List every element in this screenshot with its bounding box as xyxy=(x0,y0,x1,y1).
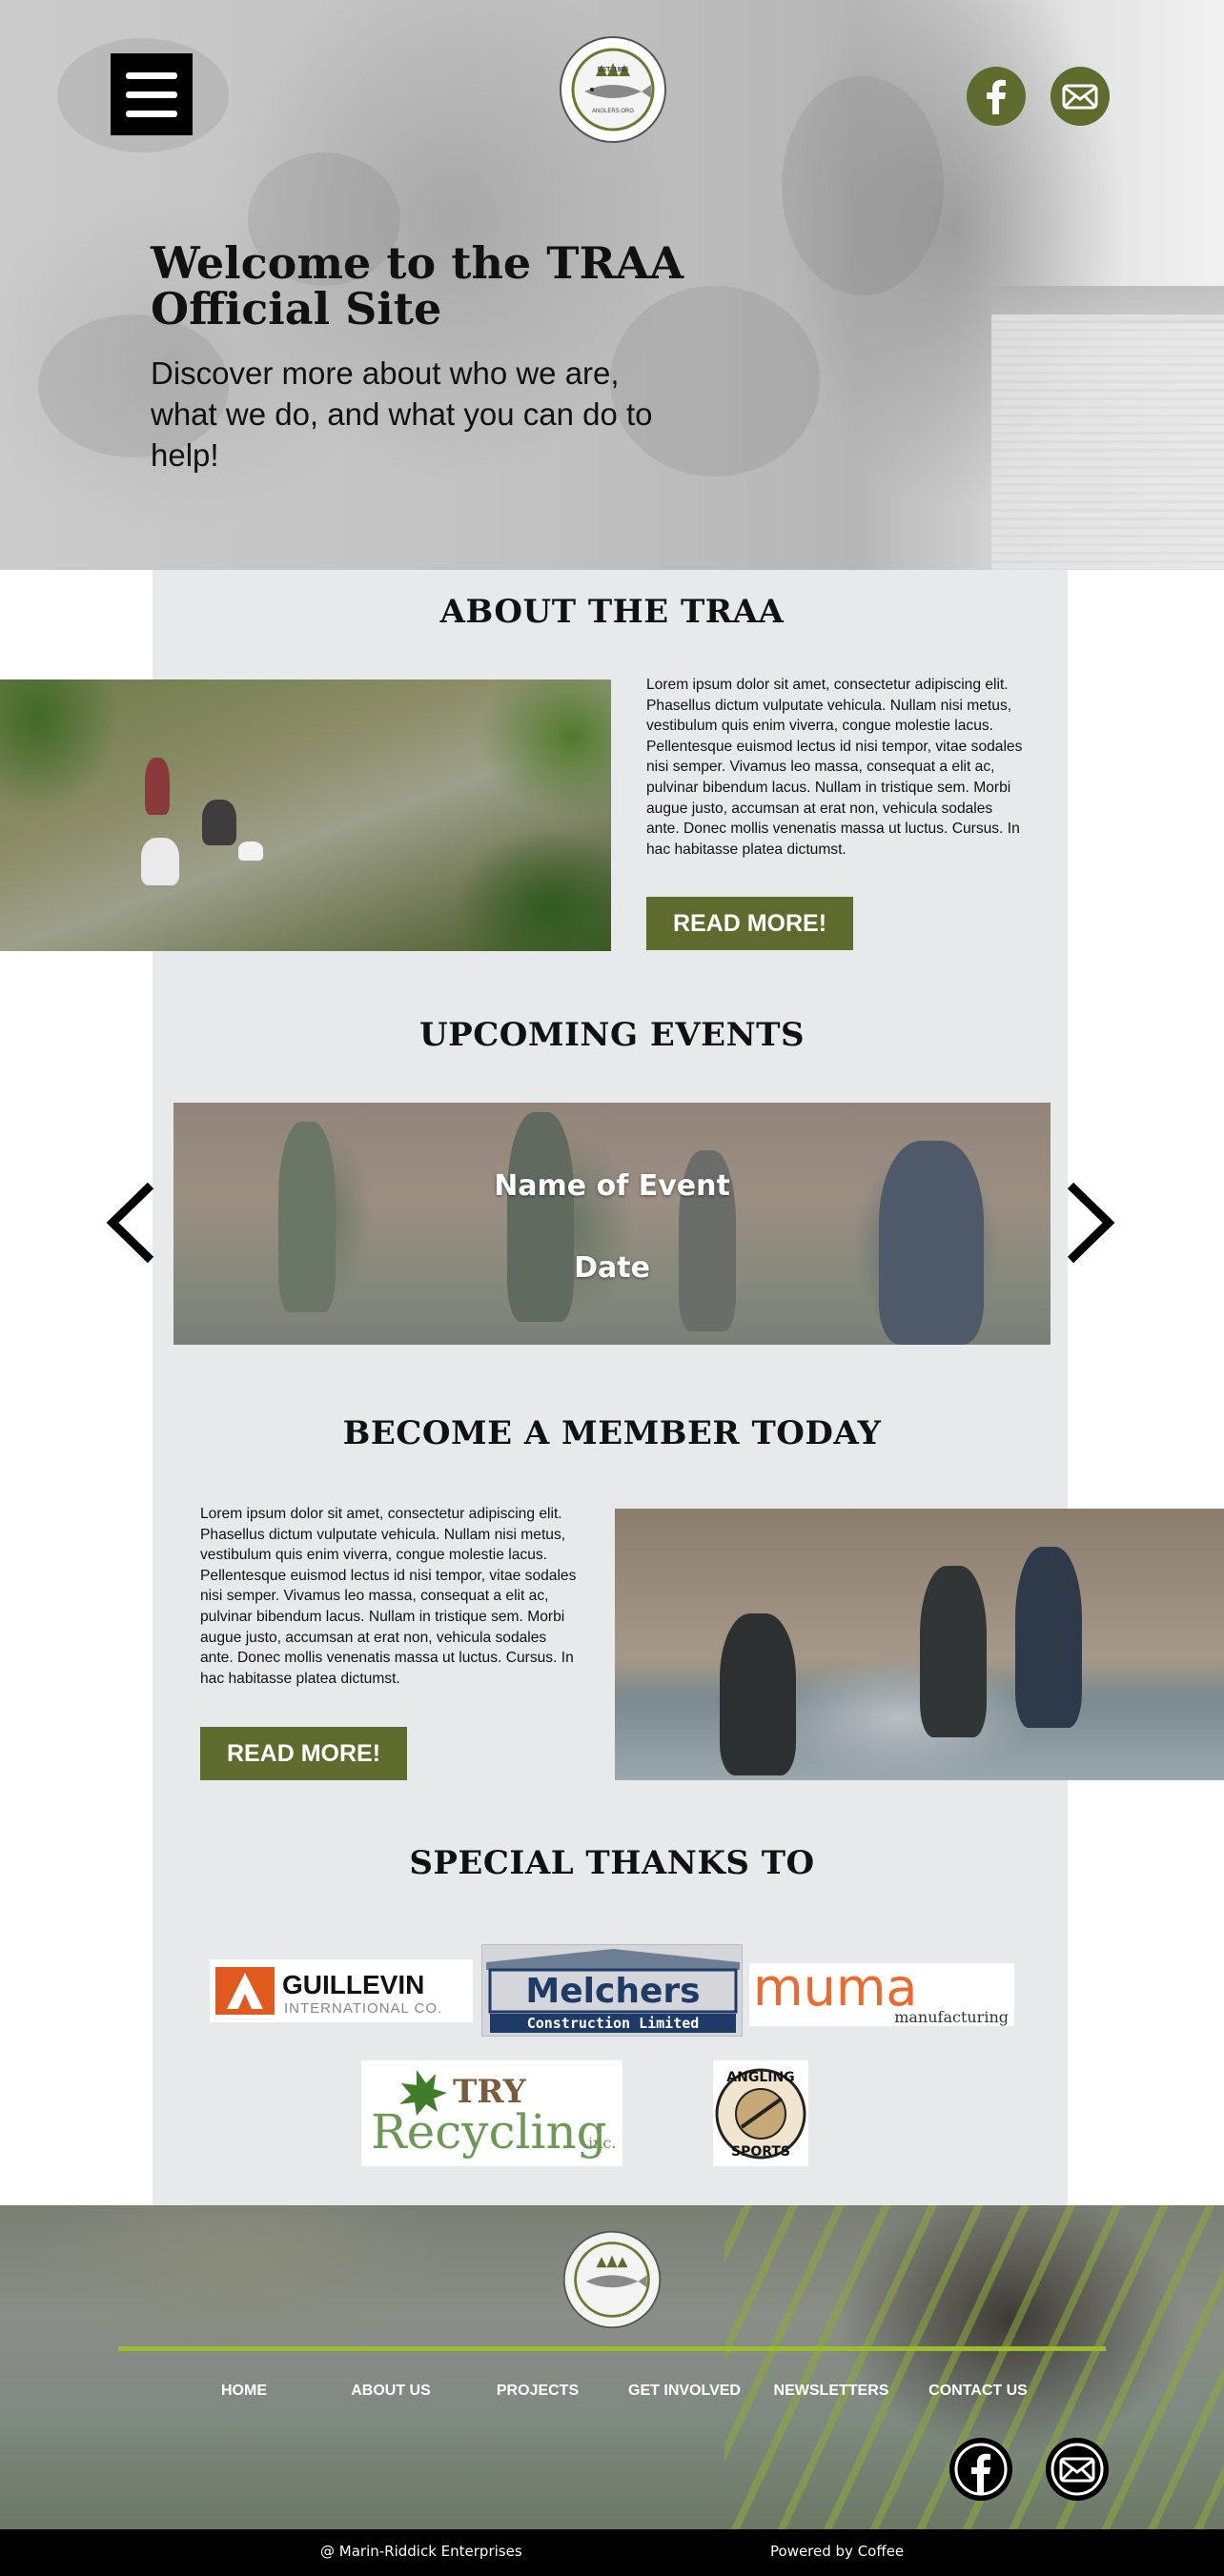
facebook-icon[interactable] xyxy=(949,2438,1012,2501)
credit-left: @ Marin-Riddick Enterprises xyxy=(320,2543,522,2560)
about-body: Lorem ipsum dolor sit amet, consectetur … xyxy=(646,677,1023,858)
logo-emblem-icon xyxy=(562,2230,662,2329)
sponsor-try-recycling[interactable]: TRY Recycling inc. xyxy=(361,2060,622,2166)
event-slide[interactable]: Name of Event Date xyxy=(173,1103,1051,1345)
credit-right: Powered by Coffee xyxy=(770,2543,905,2560)
envelope-icon[interactable] xyxy=(1046,2438,1109,2501)
chevron-right-icon[interactable] xyxy=(1061,1180,1118,1266)
sponsor-subtext: Recycling xyxy=(371,2104,607,2160)
bottom-bar: @ Marin-Riddick Enterprises Powered by C… xyxy=(0,2529,1224,2576)
member-read-more-button[interactable]: READ MORE! xyxy=(200,1727,407,1780)
photo-person xyxy=(920,1566,987,1737)
hero-title: Welcome to the TRAA Official Site xyxy=(151,237,684,335)
sponsor-melchers[interactable]: Melchers Construction Limited xyxy=(481,1944,743,2037)
sponsor-name: GUILLEVIN xyxy=(282,1970,424,1999)
chevron-left-icon[interactable] xyxy=(103,1180,160,1266)
guillevin-logo: GUILLEVIN INTERNATIONAL CO. xyxy=(215,1967,442,2017)
footer-nav-contact-us[interactable]: CONTACT US xyxy=(902,2383,1054,2400)
sponsor-guillevin[interactable]: GUILLEVIN INTERNATIONAL CO. xyxy=(210,1959,473,2022)
events-heading: UPCOMING EVENTS xyxy=(418,1016,806,1054)
footer-nav-home[interactable]: HOME xyxy=(168,2383,320,2400)
hero-subtitle: Discover more about who we are, what we … xyxy=(151,355,653,473)
footer-logo[interactable] xyxy=(561,2229,663,2330)
photo-person xyxy=(720,1613,796,1775)
photo-person xyxy=(1015,1547,1082,1728)
page: EST. 1986 ANGLERS.ORG Welcome to the TRA… xyxy=(0,0,1224,2576)
member-heading: BECOME A MEMBER TODAY xyxy=(342,1414,882,1452)
logo-est-text: EST. 1986 xyxy=(597,67,629,73)
site-logo[interactable]: EST. 1986 ANGLERS.ORG xyxy=(558,34,668,145)
melchers-logo: Melchers Construction Limited xyxy=(486,1949,740,2033)
sponsor-suffix: inc. xyxy=(588,2134,616,2152)
sponsor-name: Melchers xyxy=(525,1972,700,2011)
sponsor-name: muma xyxy=(753,1963,918,2018)
sponsor-muma[interactable]: muma manufacturing xyxy=(749,1963,1014,2026)
logo-url-text: ANGLERS.ORG xyxy=(591,109,634,114)
thanks-heading: SPECIAL THANKS TO xyxy=(409,1844,815,1882)
sponsor-name: ANGLING xyxy=(726,2070,794,2085)
footer-divider xyxy=(118,2346,1106,2351)
photo-person xyxy=(141,838,179,885)
facebook-icon[interactable] xyxy=(967,67,1026,126)
logo-emblem-icon xyxy=(560,36,666,143)
sponsor-subtext: INTERNATIONAL CO. xyxy=(284,2000,442,2017)
sponsor-subtext: manufacturing xyxy=(894,2008,1009,2026)
photo-bucket xyxy=(238,842,263,861)
try-recycling-logo: TRY Recycling inc. xyxy=(371,2070,616,2160)
event-name: Name of Event xyxy=(494,1169,730,1203)
footer-nav-projects[interactable]: PROJECTS xyxy=(461,2383,614,2400)
hamburger-menu-icon[interactable] xyxy=(111,53,193,135)
photo-person xyxy=(202,800,236,845)
sponsor-angling-sports[interactable]: ANGLING SPORTS xyxy=(713,2060,808,2166)
sponsor-subtext: Construction Limited xyxy=(527,2015,700,2032)
muma-logo: muma manufacturing xyxy=(753,1963,1009,2026)
footer-nav-get-involved[interactable]: GET INVOLVED xyxy=(608,2383,761,2400)
footer-nav: HOME ABOUT US PROJECTS GET INVOLVED NEWS… xyxy=(0,2383,1224,2407)
envelope-icon[interactable] xyxy=(1051,67,1110,126)
sponsor-subtext: SPORTS xyxy=(731,2144,790,2160)
photo-person xyxy=(145,758,170,815)
about-read-more-button[interactable]: READ MORE! xyxy=(646,897,853,950)
event-slide-overlay xyxy=(173,1103,1051,1345)
member-body: Lorem ipsum dolor sit amet, consectetur … xyxy=(200,1506,577,1687)
angling-sports-logo: ANGLING SPORTS xyxy=(715,2068,806,2160)
footer-nav-about-us[interactable]: ABOUT US xyxy=(315,2383,467,2400)
about-heading: ABOUT THE TRAA xyxy=(439,593,785,631)
footer-nav-newsletters[interactable]: NEWSLETTERS xyxy=(755,2383,908,2400)
about-photo xyxy=(0,679,611,951)
member-photo xyxy=(615,1509,1224,1780)
event-date: Date xyxy=(574,1251,650,1285)
